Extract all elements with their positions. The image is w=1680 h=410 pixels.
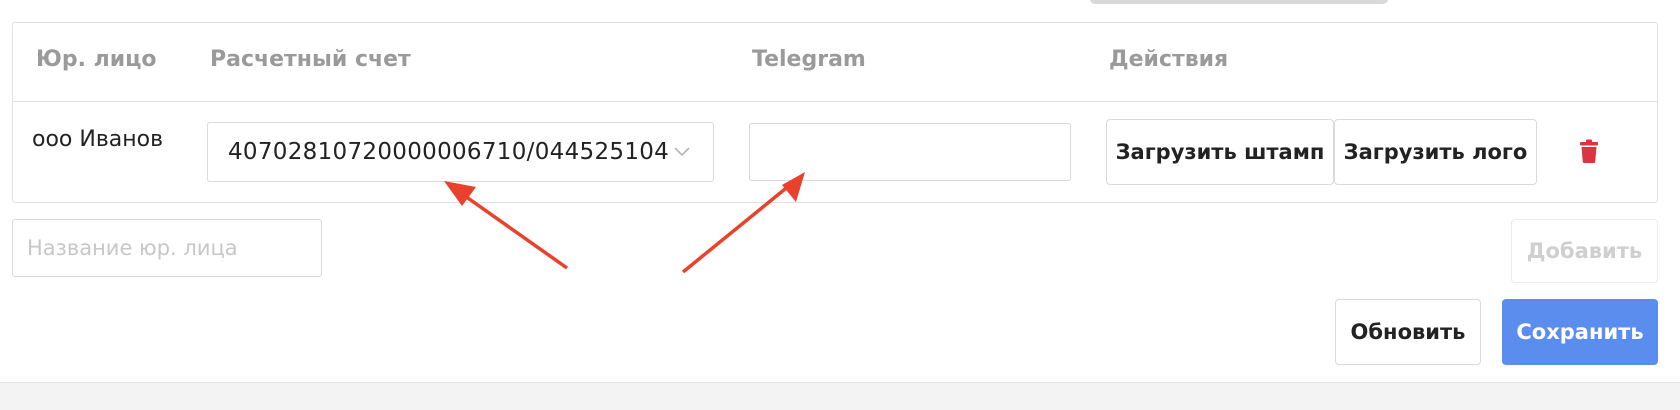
- account-select-value: 40702810720000006710/044525104: [228, 139, 670, 165]
- form-panel: Юр. лицо Расчетный счет Telegram Действи…: [0, 0, 1680, 383]
- legal-entity-name-input[interactable]: [12, 219, 322, 277]
- upload-stamp-button[interactable]: Загрузить штамп: [1106, 119, 1334, 185]
- column-header-account: Расчетный счет: [210, 47, 411, 72]
- legal-entity-name: ооо Иванов: [32, 127, 164, 152]
- trash-icon[interactable]: [1580, 139, 1598, 163]
- account-select[interactable]: 40702810720000006710/044525104: [207, 122, 714, 182]
- column-header-legal-entity: Юр. лицо: [36, 47, 157, 72]
- save-button[interactable]: Сохранить: [1502, 299, 1658, 365]
- chevron-down-icon: [674, 147, 690, 157]
- refresh-button[interactable]: Обновить: [1335, 299, 1481, 365]
- column-header-telegram: Telegram: [752, 47, 866, 72]
- add-button[interactable]: Добавить: [1511, 219, 1658, 283]
- table-header-divider: [13, 101, 1657, 102]
- telegram-input[interactable]: [749, 123, 1071, 181]
- top-tab-edge: [1090, 0, 1388, 4]
- column-header-actions: Действия: [1109, 47, 1229, 72]
- upload-logo-button[interactable]: Загрузить лого: [1334, 119, 1537, 185]
